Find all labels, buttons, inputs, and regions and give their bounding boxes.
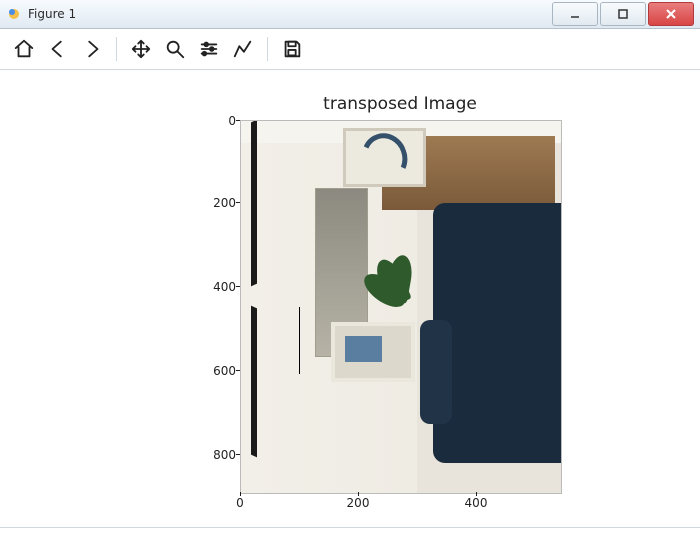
image-axes (240, 120, 560, 492)
home-button[interactable] (10, 35, 38, 63)
x-tick-label: 200 (338, 496, 378, 510)
forward-button[interactable] (78, 35, 106, 63)
window-title: Figure 1 (28, 7, 550, 21)
image-display (240, 120, 562, 494)
x-tick-label: 400 (456, 496, 496, 510)
status-bar (0, 527, 700, 548)
minimize-button[interactable] (552, 2, 598, 26)
separator (116, 37, 117, 61)
pan-button[interactable] (127, 35, 155, 63)
plot-canvas[interactable]: transposed Image 0 200 400 600 800 (0, 70, 700, 548)
scene-illustration (241, 121, 561, 493)
close-button[interactable] (648, 2, 694, 26)
separator (267, 37, 268, 61)
figure-window: Figure 1 (0, 0, 700, 548)
back-button[interactable] (44, 35, 72, 63)
window-buttons (550, 2, 694, 26)
app-icon (6, 6, 22, 22)
y-tick-label: 600 (196, 364, 236, 378)
x-tick-label: 0 (220, 496, 260, 510)
title-bar: Figure 1 (0, 0, 700, 29)
save-button[interactable] (278, 35, 306, 63)
configure-subplots-button[interactable] (195, 35, 223, 63)
toolbar (0, 29, 700, 70)
maximize-button[interactable] (600, 2, 646, 26)
y-tick-label: 0 (196, 114, 236, 128)
plot-title: transposed Image (240, 94, 560, 114)
y-tick-label: 200 (196, 196, 236, 210)
y-tick-label: 400 (196, 280, 236, 294)
zoom-button[interactable] (161, 35, 189, 63)
edit-axis-button[interactable] (229, 35, 257, 63)
y-tick-label: 800 (196, 448, 236, 462)
